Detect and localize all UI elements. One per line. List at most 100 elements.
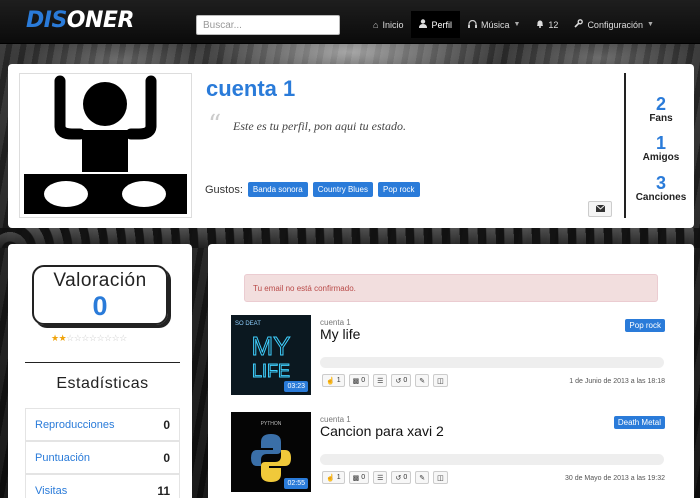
trash-icon: ◫ (437, 474, 444, 482)
email-alert: Tu email no está confirmado. (244, 274, 658, 302)
profile-stats: 2 Fans 1 Amigos 3 Canciones (624, 73, 694, 218)
profile-card: cuenta 1 “ Este es tu perfil, pon aqui t… (8, 64, 694, 228)
nav-item-configuracion[interactable]: Configuración ▼ (566, 11, 661, 38)
repost-count: 0 (403, 474, 408, 481)
comment-icon: ▩ (352, 377, 360, 385)
stats-value: 11 (157, 483, 170, 498)
list-icon: ☰ (377, 474, 384, 482)
list-button[interactable]: ☰ (373, 374, 388, 387)
stat-canciones[interactable]: 3 Canciones (626, 174, 696, 203)
message-button[interactable] (588, 201, 612, 217)
song-cover[interactable]: SO DEAT MY LIFE 03:23 (231, 315, 311, 395)
gusto-tag[interactable]: Country Blues (312, 182, 373, 197)
wrench-icon (574, 19, 584, 30)
stats-row-puntuacion: Puntuación 0 (25, 441, 180, 474)
nav-item-label: Configuración (587, 19, 643, 30)
song-title[interactable]: My life (320, 326, 360, 342)
search-input[interactable] (196, 15, 340, 35)
song-item: SO DEAT MY LIFE 03:23 cuenta 1 My life P… (231, 315, 665, 395)
quote-icon: “ (208, 110, 222, 140)
envelope-icon (595, 204, 605, 214)
gusto-tag[interactable]: Pop rock (377, 182, 420, 197)
delete-button[interactable]: ◫ (433, 471, 448, 484)
stat-fans[interactable]: 2 Fans (626, 95, 696, 124)
stats-value: 0 (163, 417, 170, 432)
star-empty-icon[interactable]: ☆ (66, 333, 74, 343)
stats-row-visitas: Visitas 11 (25, 474, 180, 498)
nav-menu: ⌂ Inicio Perfil Música ▼ 12 Configuració… (365, 11, 662, 38)
sidebar: Valoración 0 ★★☆☆☆☆☆☆☆☆ Estadísticas Rep… (8, 244, 192, 498)
stat-value: 1 (655, 133, 666, 153)
stat-value: 3 (655, 173, 666, 193)
edit-button[interactable]: ✎ (415, 471, 430, 484)
pencil-icon: ✎ (419, 474, 426, 482)
song-title[interactable]: Cancion para xavi 2 (320, 423, 444, 439)
stat-amigos[interactable]: 1 Amigos (626, 134, 696, 163)
user-icon (419, 19, 428, 30)
repost-count: 0 (403, 377, 408, 384)
gusto-tag[interactable]: Banda sonora (247, 182, 308, 197)
cover-text-top: SO DEAT (235, 321, 261, 327)
song-cover[interactable]: PYTHON 02:55 (231, 412, 311, 492)
nav-item-musica[interactable]: Música ▼ (460, 11, 528, 38)
rating-stars[interactable]: ★★☆☆☆☆☆☆☆☆ (51, 333, 127, 344)
nav-item-inicio[interactable]: ⌂ Inicio (365, 11, 411, 38)
avatar (19, 73, 192, 218)
like-button[interactable]: ☝ 1 (322, 471, 345, 484)
comment-icon: ▩ (352, 474, 360, 482)
retweet-icon: ↺ (395, 474, 402, 482)
top-navbar: DISONER ⌂ Inicio Perfil Música ▼ 12 (0, 0, 700, 44)
cover-text-main2: LIFE (252, 361, 290, 381)
nav-item-label: Perfil (431, 19, 452, 30)
stats-title: Estadísticas (56, 375, 149, 392)
stats-label[interactable]: Visitas (35, 485, 67, 497)
thumbs-up-icon: ☝ (326, 377, 335, 385)
dj-icon (24, 75, 187, 214)
stats-value: 0 (163, 450, 170, 465)
trash-icon: ◫ (437, 377, 444, 385)
rating-box: Valoración 0 (32, 265, 168, 325)
home-icon: ⌂ (373, 19, 379, 30)
comment-button[interactable]: ▩ 0 (348, 374, 370, 387)
song-actions: ☝ 1 ▩ 0 ☰ ↺ 0 ✎ ◫ (322, 471, 448, 484)
star-empty-icon[interactable]: ☆ (96, 333, 104, 343)
star-empty-icon[interactable]: ☆ (119, 333, 127, 343)
gustos-row: Gustos: Banda sonora Country Blues Pop r… (205, 182, 420, 197)
star-empty-icon[interactable]: ☆ (104, 333, 112, 343)
comment-button[interactable]: ▩ 0 (348, 471, 370, 484)
genre-tag[interactable]: Death Metal (613, 416, 665, 429)
site-logo[interactable]: DISONER (26, 9, 134, 33)
stat-label: Fans (649, 113, 673, 124)
nav-item-label: Inicio (382, 19, 404, 30)
like-button[interactable]: ☝ 1 (322, 374, 345, 387)
nav-item-label: Música (480, 19, 510, 30)
star-filled-icon[interactable]: ★ (51, 333, 59, 343)
comment-count: 0 (361, 474, 366, 481)
cover-text-main: MY (252, 331, 291, 361)
like-count: 1 (336, 474, 341, 481)
stat-value: 2 (655, 94, 666, 114)
nav-item-perfil[interactable]: Perfil (411, 11, 460, 38)
stats-label[interactable]: Reproducciones (35, 419, 115, 431)
song-progress-bar[interactable] (320, 454, 664, 465)
repost-button[interactable]: ↺ 0 (391, 374, 412, 387)
delete-button[interactable]: ◫ (433, 374, 448, 387)
edit-button[interactable]: ✎ (415, 374, 430, 387)
star-empty-icon[interactable]: ☆ (81, 333, 89, 343)
main-content: Tu email no está confirmado. SO DEAT MY … (208, 244, 694, 498)
song-duration: 02:55 (284, 478, 308, 489)
stats-row-reproducciones: Reproducciones 0 (25, 408, 180, 441)
notification-count: 12 (548, 19, 559, 30)
bell-icon (536, 19, 544, 30)
comment-count: 0 (361, 377, 366, 384)
nav-item-notifications[interactable]: 12 (528, 11, 566, 38)
song-progress-bar[interactable] (320, 357, 664, 368)
pencil-icon: ✎ (419, 377, 426, 385)
thumbs-up-icon: ☝ (326, 474, 335, 482)
repost-button[interactable]: ↺ 0 (391, 471, 412, 484)
genre-tag[interactable]: Pop rock (625, 319, 665, 332)
profile-status[interactable]: Este es tu perfil, pon aqui tu estado. (233, 119, 406, 134)
like-count: 1 (336, 377, 341, 384)
list-button[interactable]: ☰ (373, 471, 388, 484)
stats-label[interactable]: Puntuación (35, 452, 90, 464)
